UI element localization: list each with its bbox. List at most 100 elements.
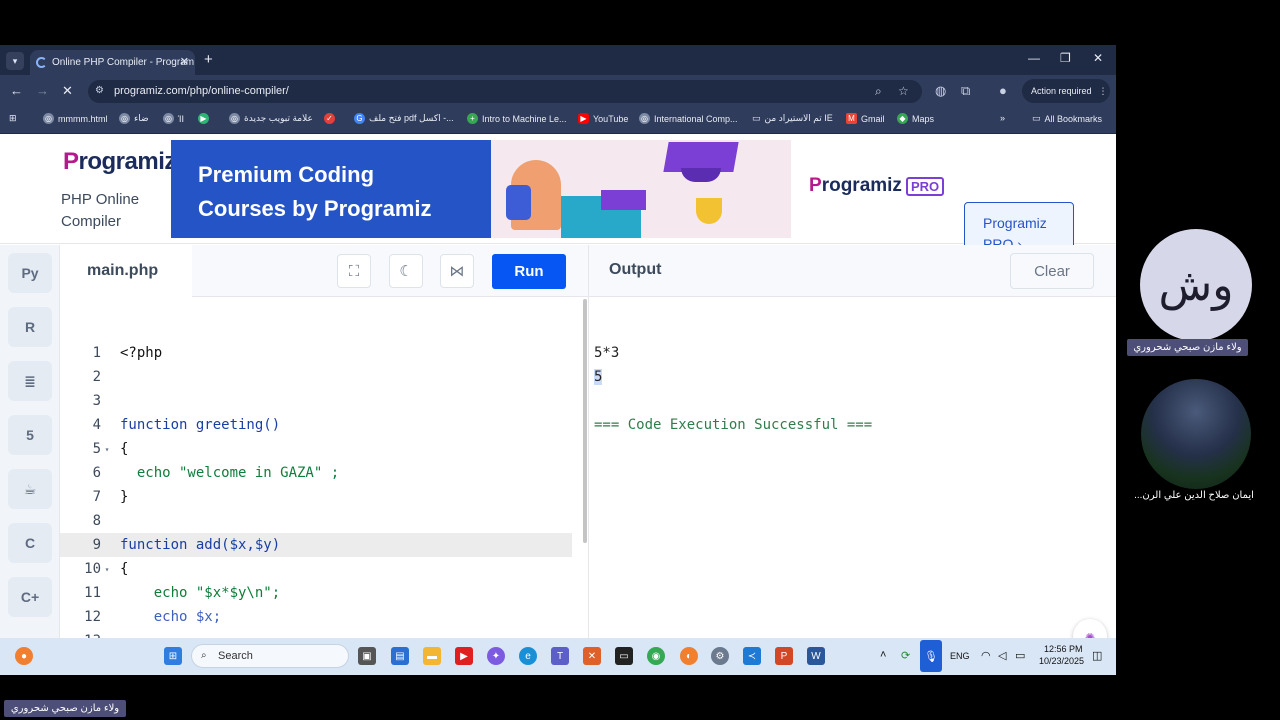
bookmark-item[interactable]: ▶ <box>198 113 209 124</box>
extension-globe-icon[interactable]: ◍ <box>935 83 946 99</box>
sync-icon[interactable]: ⟳ <box>901 649 910 662</box>
new-tab-button[interactable]: + <box>204 51 213 68</box>
file-tab-main-php[interactable]: main.php <box>60 245 192 297</box>
minimize-icon[interactable]: — <box>1028 51 1040 65</box>
volume-icon[interactable]: ◁ <box>998 649 1006 662</box>
microphone-icon[interactable]: 🎙 <box>920 640 942 672</box>
powerpoint-icon[interactable]: P <box>775 647 793 665</box>
participant-name-tag: ...ايمان صلاح الدين علي الرن <box>1134 490 1254 501</box>
bookmark-item[interactable]: M Gmail <box>846 113 885 124</box>
cpp-language-icon[interactable]: C+ <box>8 577 52 617</box>
wifi-icon[interactable]: ◠ <box>981 649 991 662</box>
language-indicator[interactable]: ENG <box>950 651 970 661</box>
sql-database-icon[interactable]: ≣ <box>8 361 52 401</box>
code-line-active: 9 function add($x,$y) <box>60 533 572 557</box>
store-icon[interactable]: ▤ <box>391 647 409 665</box>
bookmark-folder[interactable]: ▭ تم الاستيراد من IE <box>752 113 833 124</box>
bookmark-item[interactable]: ◎ mmmm.html <box>43 113 108 124</box>
code-editor[interactable]: 1 <?php 2 3 4 function greeting() 5 ▾{ 6 ec… <box>60 297 588 675</box>
browser-tab-active[interactable]: Online PHP Compiler - Program ✕ <box>30 50 195 75</box>
address-bar[interactable]: ⚙ programiz.com/php/online-compiler/ ⌕ ☆ <box>88 80 922 103</box>
code-line: 6 echo "welcome in GAZA" ; <box>92 465 340 481</box>
fold-arrow-icon[interactable]: ▾ <box>101 565 113 574</box>
tab-close-icon[interactable]: ✕ <box>180 55 189 68</box>
notifications-icon[interactable]: ◫ <box>1092 649 1102 662</box>
file-explorer-icon[interactable]: ▬ <box>423 647 441 665</box>
weather-widget-icon[interactable]: ● <box>15 647 33 665</box>
extensions-puzzle-icon[interactable]: ⧉ <box>961 83 970 99</box>
bookmark-item[interactable]: ◎ ΊΙ <box>163 113 184 124</box>
url-text: programiz.com/php/online-compiler/ <box>114 85 289 97</box>
bookmark-item[interactable]: ◎ ضاء <box>119 113 149 124</box>
code-line: 1 <?php <box>92 345 163 361</box>
more-bookmarks-chevron-icon[interactable]: » <box>1000 113 1005 123</box>
windows-start-icon[interactable]: ⊞ <box>164 647 182 665</box>
bookmark-item[interactable]: ◎ علامة تبويب جديدة <box>229 113 313 124</box>
dark-mode-moon-icon[interactable]: ☾ <box>389 254 423 288</box>
run-button[interactable]: Run <box>492 254 566 289</box>
all-bookmarks-folder[interactable]: ▭ All Bookmarks <box>1032 113 1102 124</box>
participant-video-thumbnail[interactable] <box>1141 379 1251 489</box>
forward-arrow-icon[interactable]: → <box>36 83 49 98</box>
site-info-icon[interactable]: ⚙ <box>95 85 104 96</box>
fullscreen-icon[interactable]: ⛶ <box>337 254 371 288</box>
restore-icon[interactable]: ❐ <box>1060 51 1071 65</box>
bookmark-item[interactable]: + Intro to Machine Le... <box>467 113 567 124</box>
share-icon[interactable]: ⋈ <box>440 254 474 288</box>
output-line-selected: 5 <box>594 369 603 385</box>
bookmark-item[interactable]: ◆ Maps <box>897 113 934 124</box>
output-console[interactable]: 5*3 5 === Code Execution Successful === … <box>588 297 1116 675</box>
task-view-icon[interactable]: ▣ <box>358 647 376 665</box>
programiz-logo[interactable]: Programiz <box>63 148 176 176</box>
c-language-icon[interactable]: C <box>8 523 52 563</box>
tab-search-chevron-icon[interactable]: ▾ <box>6 52 24 70</box>
r-language-icon[interactable]: R <box>8 307 52 347</box>
bookmark-item[interactable]: ✓ <box>324 113 335 124</box>
html5-icon[interactable]: 5 <box>8 415 52 455</box>
bookmark-item[interactable]: ▶ YouTube <box>578 113 628 124</box>
apps-grid-icon[interactable]: ⊞ <box>9 113 17 124</box>
clear-button[interactable]: Clear <box>1010 253 1094 289</box>
bookmarks-bar: ⊞ ◎ mmmm.html ◎ ضاء ◎ ΊΙ ▶ ◎ علامة تبويب جدي… <box>0 108 1116 134</box>
teams-icon[interactable]: T <box>551 647 569 665</box>
app-icon[interactable]: ✕ <box>583 647 601 665</box>
window-close-icon[interactable]: ✕ <box>1093 51 1103 65</box>
settings-gear-icon[interactable]: ⚙ <box>711 647 729 665</box>
backpack-illustration <box>506 185 531 220</box>
promo-banner[interactable]: Premium Coding Courses by Programiz Prog… <box>171 140 963 238</box>
action-required-button[interactable]: Action required ⋮ <box>1022 79 1110 103</box>
vscode-icon[interactable]: ≺ <box>743 647 761 665</box>
terminal-icon[interactable]: ▭ <box>615 647 633 665</box>
banner-pro-area: Programiz PRO <box>791 140 963 238</box>
stop-loading-icon[interactable]: ✕ <box>62 83 73 99</box>
editor-scrollbar[interactable] <box>583 299 587 543</box>
zoom-icon[interactable]: ⌕ <box>875 84 882 99</box>
profile-avatar-icon[interactable]: ● <box>999 83 1007 98</box>
output-title: Output <box>609 261 662 278</box>
bookmark-item[interactable]: G فتح ملف pdf اكسل -... <box>354 113 454 124</box>
tray-chevron-up-icon[interactable]: ˄ <box>880 649 886 661</box>
edge-icon[interactable]: e <box>519 647 537 665</box>
participant-avatar[interactable]: وش <box>1140 229 1252 341</box>
shared-screen: ▾ Online PHP Compiler - Program ✕ + — ❐ … <box>0 45 1116 675</box>
banner-headline: Premium Coding Courses by Programiz <box>198 162 432 221</box>
bookmark-item[interactable]: ◎ International Comp... <box>639 113 738 124</box>
clock-time[interactable]: 12:56 PM <box>1044 644 1083 654</box>
more-menu-icon[interactable]: ⋮ <box>1099 86 1108 97</box>
firefox-icon[interactable]: ◐ <box>680 647 698 665</box>
chrome-icon[interactable]: ◉ <box>647 647 665 665</box>
fold-arrow-icon[interactable]: ▾ <box>101 445 113 454</box>
folder-icon: ▭ <box>1032 113 1041 123</box>
copilot-icon[interactable]: ✦ <box>487 647 505 665</box>
page-subtitle: PHP Online Compiler <box>61 191 140 230</box>
bookmark-star-icon[interactable]: ☆ <box>898 84 909 98</box>
battery-icon[interactable]: ▭ <box>1015 649 1025 662</box>
python-icon[interactable]: Py <box>8 253 52 293</box>
back-arrow-icon[interactable]: ← <box>10 83 23 98</box>
taskbar-search[interactable]: ⌕ Search <box>191 644 349 668</box>
java-icon[interactable]: ☕ <box>8 469 52 509</box>
graduation-cap-base <box>681 168 721 182</box>
word-icon[interactable]: W <box>807 647 825 665</box>
clock-date[interactable]: 10/23/2025 <box>1039 656 1084 666</box>
youtube-icon[interactable]: ▶ <box>455 647 473 665</box>
